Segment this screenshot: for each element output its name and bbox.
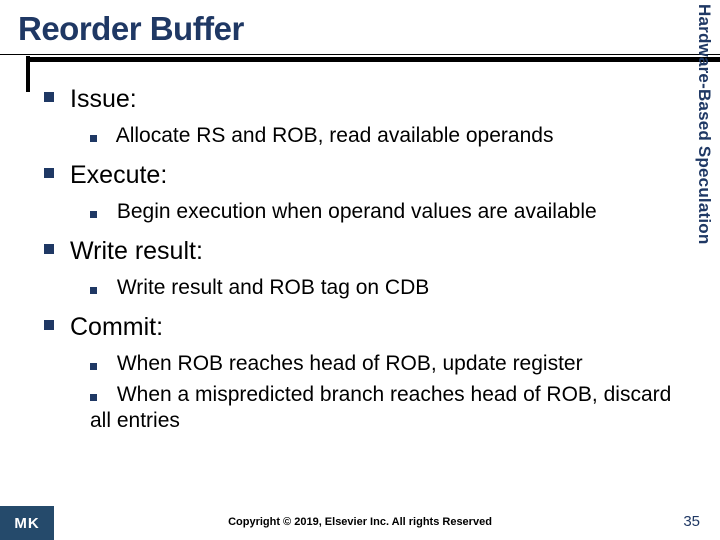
outline: Issue: Allocate RS and ROB, read availab… [44,84,680,434]
section-heading: Write result: [70,236,203,267]
rule-thin [0,54,720,55]
item-text: When ROB reaches head of ROB, update reg… [117,352,583,375]
list-item: Write result and ROB tag on CDB [90,275,680,301]
bullet-icon [44,92,54,102]
section-write-result: Write result: Write result and ROB tag o… [44,236,680,300]
copyright: Copyright © 2019, Elsevier Inc. All righ… [0,516,720,528]
list-item: When ROB reaches head of ROB, update reg… [90,351,680,377]
bullet-icon [44,320,54,330]
slide: Reorder Buffer Hardware-Based Speculatio… [0,0,720,540]
section-heading: Execute: [70,160,167,191]
bullet-icon [44,244,54,254]
title-wrap: Reorder Buffer [0,0,720,54]
item-text: Begin execution when operand values are … [117,200,597,223]
item-text: Allocate RS and ROB, read available oper… [116,124,554,147]
bullet-icon [90,363,97,370]
list-item: When a mispredicted branch reaches head … [90,382,680,433]
section-issue: Issue: Allocate RS and ROB, read availab… [44,84,680,148]
page-number: 35 [683,513,700,530]
rule-tick [26,56,30,92]
list-item: Begin execution when operand values are … [90,199,680,225]
bullet-icon [90,287,97,294]
section-heading: Issue: [70,84,137,115]
sidebar-label: Hardware-Based Speculation [694,4,714,244]
item-text: When a mispredicted branch reaches head … [90,383,671,432]
footer: MK Copyright © 2019, Elsevier Inc. All r… [0,506,720,540]
list-item: Allocate RS and ROB, read available oper… [90,123,680,149]
section-heading: Commit: [70,312,163,343]
bullet-icon [90,394,97,401]
content: Issue: Allocate RS and ROB, read availab… [0,62,720,434]
bullet-icon [44,168,54,178]
bullet-icon [90,211,97,218]
slide-title: Reorder Buffer [18,10,720,48]
item-text: Write result and ROB tag on CDB [117,276,429,299]
section-commit: Commit: When ROB reaches head of ROB, up… [44,312,680,433]
bullet-icon [90,135,97,142]
section-execute: Execute: Begin execution when operand va… [44,160,680,224]
